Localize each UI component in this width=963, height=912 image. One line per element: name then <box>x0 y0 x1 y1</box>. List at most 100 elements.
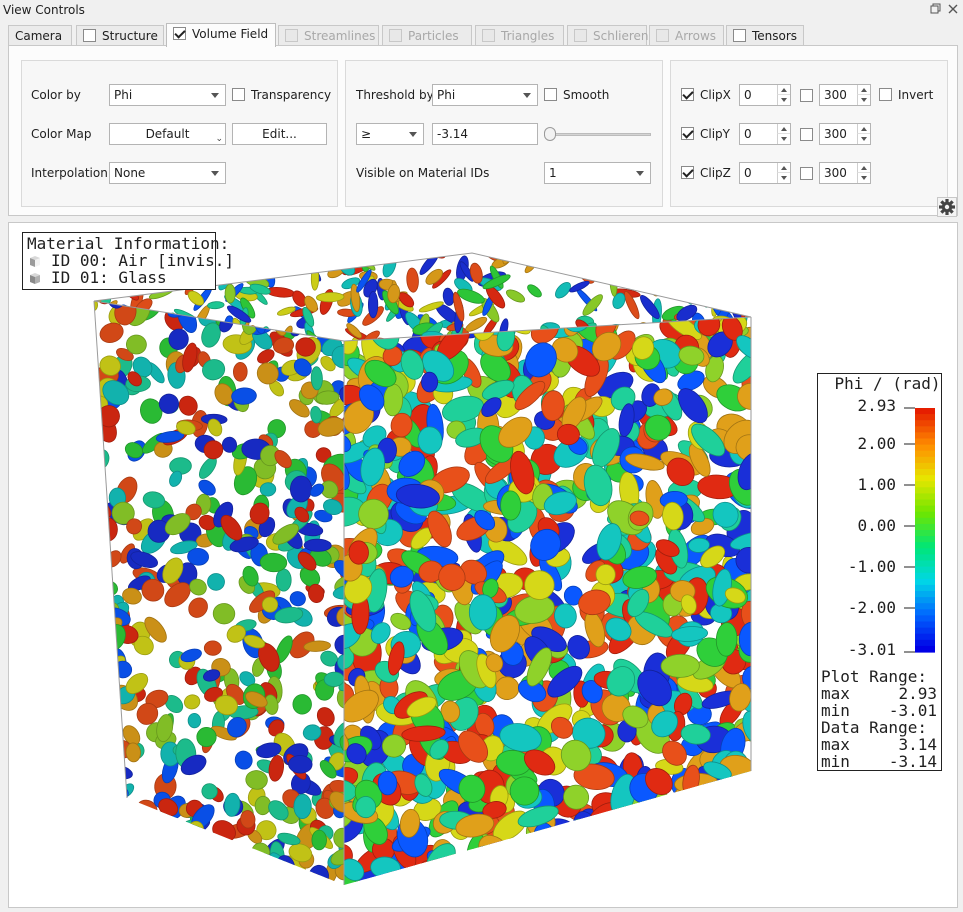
particle <box>224 875 244 885</box>
particle <box>188 597 208 618</box>
invert-checkbox-wrap[interactable]: Invert <box>879 88 933 102</box>
particle <box>595 564 616 586</box>
settings-button[interactable] <box>937 197 957 217</box>
render-viewport[interactable]: Material Information: ID 00: Air [invis.… <box>8 222 958 908</box>
edit-colormap-button[interactable]: Edit... <box>232 123 327 145</box>
clipx-checkbox-wrap[interactable]: ClipX <box>681 88 731 102</box>
particle <box>709 858 737 885</box>
threshold-value-input[interactable]: -3.14 <box>432 123 538 145</box>
colorbar-segment <box>915 548 935 555</box>
color-by-label: Color by <box>31 88 81 102</box>
particle <box>673 829 696 860</box>
color-by-dropdown[interactable]: Phi <box>109 84 226 106</box>
tab-streamlines-checkbox[interactable] <box>285 29 298 42</box>
particle <box>316 707 335 727</box>
threshold-value: -3.14 <box>437 127 469 141</box>
spin-up-icon[interactable] <box>857 124 870 134</box>
clip-group: ClipX 0 300 Invert ClipY 0 300 ClipZ 0 3… <box>670 60 948 207</box>
spin-down-icon[interactable] <box>857 95 870 105</box>
spin-down-icon[interactable] <box>777 134 790 144</box>
tab-tensors-checkbox[interactable] <box>733 29 746 42</box>
threshold-by-label: Threshold by <box>356 88 434 102</box>
clipz-checkbox-wrap[interactable]: ClipZ <box>681 166 731 180</box>
clipz-checkbox[interactable] <box>681 166 694 179</box>
particle <box>683 858 700 881</box>
tab-schlieren-checkbox[interactable] <box>574 29 587 42</box>
transparency-checkbox-wrap[interactable]: Transparency <box>232 88 331 102</box>
data-range-label: Data Range: <box>821 718 927 737</box>
clipy-max-checkbox[interactable] <box>800 128 813 141</box>
particle <box>650 824 681 849</box>
spin-up-icon[interactable] <box>777 85 790 95</box>
tab-triangles-checkbox[interactable] <box>482 29 495 42</box>
smooth-checkbox-wrap[interactable]: Smooth <box>544 88 609 102</box>
transparency-checkbox[interactable] <box>232 88 245 101</box>
interpolation-dropdown[interactable]: None <box>109 162 226 184</box>
clipz-max-checkbox[interactable] <box>800 167 813 180</box>
spin-down-icon[interactable] <box>777 173 790 183</box>
close-icon[interactable] <box>946 3 960 17</box>
color-map-button[interactable]: Default ⌄ <box>109 123 226 145</box>
particle <box>293 793 312 819</box>
particle <box>742 271 751 290</box>
invert-label: Invert <box>898 88 934 102</box>
threshold-by-dropdown[interactable]: Phi <box>432 84 538 106</box>
particle <box>94 750 109 769</box>
volume-render[interactable] <box>9 223 958 908</box>
clipy-label: ClipY <box>700 127 730 141</box>
threshold-slider[interactable] <box>544 127 651 141</box>
color-legend: Phi / (rad) 2.93 2.00 1.00 0.00 -1.00 -2… <box>817 373 942 771</box>
tab-volume-field[interactable]: Volume Field <box>166 23 276 47</box>
slider-handle[interactable] <box>544 127 556 141</box>
tab-structure-checkbox[interactable] <box>83 29 96 42</box>
tab-particles[interactable]: Particles <box>382 25 472 46</box>
particle <box>725 874 751 885</box>
tab-structure[interactable]: Structure <box>76 25 164 46</box>
tab-schlieren[interactable]: Schlieren <box>567 25 649 46</box>
particle <box>94 584 104 606</box>
particle <box>104 845 119 862</box>
tab-streamlines[interactable]: Streamlines <box>278 25 379 46</box>
particle <box>258 253 273 274</box>
tab-arrows-checkbox[interactable] <box>656 29 669 42</box>
invert-checkbox[interactable] <box>879 88 892 101</box>
particle <box>123 810 147 835</box>
clipz-min-value: 0 <box>744 166 752 180</box>
spin-up-icon[interactable] <box>857 163 870 173</box>
colorbar-segment <box>915 469 935 476</box>
particle <box>377 770 398 796</box>
clipz-min-spinbox[interactable]: 0 <box>739 162 791 184</box>
spin-down-icon[interactable] <box>777 95 790 105</box>
clipz-max-value: 300 <box>824 166 847 180</box>
clipx-min-spinbox[interactable]: 0 <box>739 84 791 106</box>
spin-up-icon[interactable] <box>777 163 790 173</box>
clipy-min-spinbox[interactable]: 0 <box>739 123 791 145</box>
clipz-max-spinbox[interactable]: 300 <box>819 162 871 184</box>
clipx-checkbox[interactable] <box>681 88 694 101</box>
restore-icon[interactable] <box>929 3 943 17</box>
smooth-checkbox[interactable] <box>544 88 557 101</box>
clipx-max-spinbox[interactable]: 300 <box>819 84 871 106</box>
tab-triangles[interactable]: Triangles <box>475 25 564 46</box>
tab-particles-checkbox[interactable] <box>389 29 402 42</box>
particle <box>289 475 313 503</box>
tab-volume-field-checkbox[interactable] <box>173 27 186 40</box>
material-information-box: Material Information: ID 00: Air [invis.… <box>22 232 234 290</box>
clipy-max-spinbox[interactable]: 300 <box>819 123 871 145</box>
spin-up-icon[interactable] <box>857 85 870 95</box>
spin-down-icon[interactable] <box>857 173 870 183</box>
tab-arrows[interactable]: Arrows <box>649 25 724 46</box>
clipx-max-checkbox[interactable] <box>800 89 813 102</box>
tab-camera[interactable]: Camera <box>8 25 72 46</box>
particle <box>679 253 698 267</box>
material-info-title: Material Information: <box>27 234 230 253</box>
tab-tensors[interactable]: Tensors <box>726 25 804 46</box>
particle <box>610 871 643 885</box>
visible-ids-dropdown[interactable]: 1 <box>544 162 651 184</box>
clipy-checkbox-wrap[interactable]: ClipY <box>681 127 730 141</box>
particle <box>701 253 710 273</box>
threshold-operator-dropdown[interactable]: ≥ <box>356 123 424 145</box>
spin-down-icon[interactable] <box>857 134 870 144</box>
clipy-checkbox[interactable] <box>681 127 694 140</box>
spin-up-icon[interactable] <box>777 124 790 134</box>
